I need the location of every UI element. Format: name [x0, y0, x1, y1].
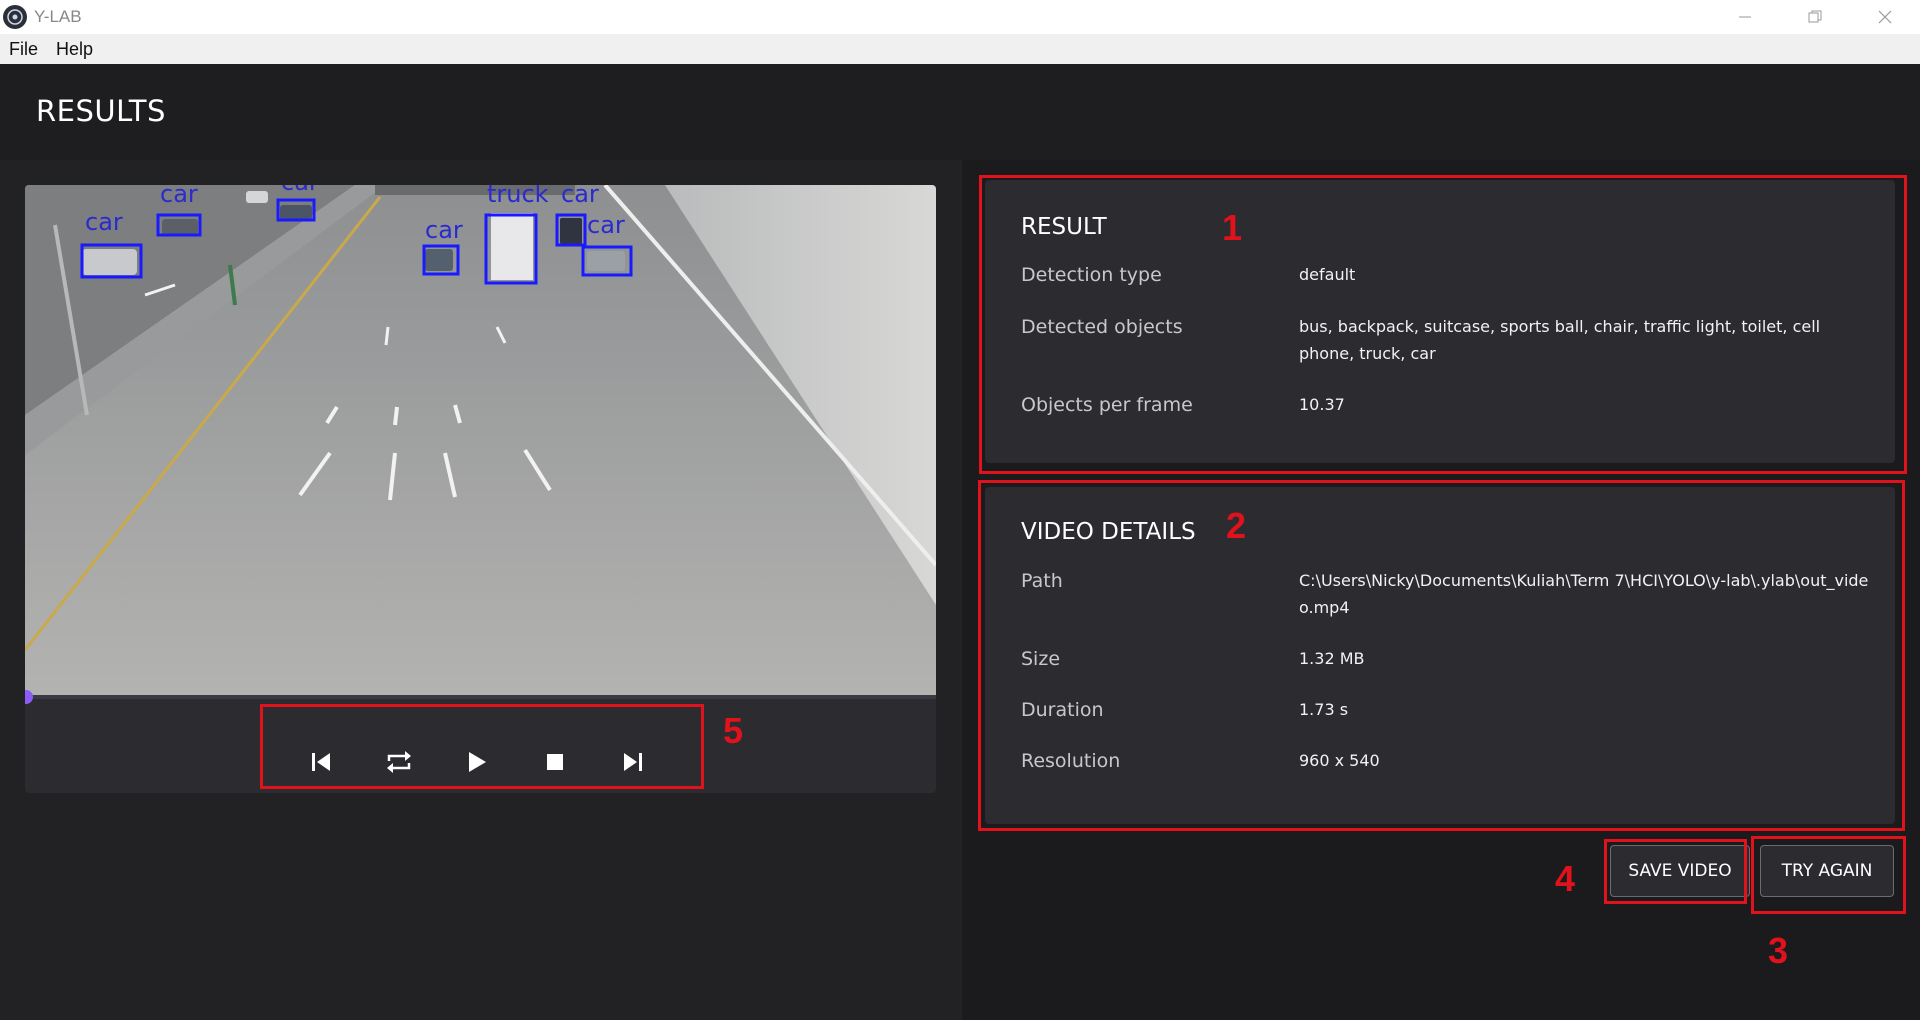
- video-progress-knob[interactable]: [25, 690, 33, 704]
- restore-icon[interactable]: [1780, 0, 1850, 34]
- detection-label: car: [425, 216, 463, 244]
- detection-label: truck: [487, 185, 549, 208]
- annotation-label-5: 5: [723, 710, 744, 751]
- annotation-box-1: [979, 175, 1907, 474]
- close-icon[interactable]: [1850, 0, 1920, 34]
- page-title: RESULTS: [36, 94, 166, 128]
- annotation-box-4: [1604, 839, 1747, 904]
- detection-label: car: [561, 185, 599, 208]
- menu-file[interactable]: File: [0, 39, 47, 60]
- app-logo-icon: [3, 5, 27, 29]
- window-controls: [1710, 0, 1920, 34]
- detection-label: car: [160, 185, 198, 208]
- detection-label: car: [85, 208, 123, 236]
- annotation-label-2: 2: [1226, 505, 1247, 546]
- annotation-box-2: [978, 480, 1905, 831]
- video-player: car car car car truck car car: [25, 185, 936, 793]
- detection-label: car: [587, 211, 625, 239]
- menu-help[interactable]: Help: [47, 39, 102, 60]
- page-header: RESULTS: [0, 64, 1920, 160]
- minimize-icon[interactable]: [1710, 0, 1780, 34]
- detection-label: car: [281, 185, 319, 196]
- menu-bar: File Help: [0, 34, 1920, 64]
- annotation-box-5: [260, 704, 704, 789]
- annotation-label-3: 3: [1768, 930, 1789, 971]
- annotation-label-1: 1: [1222, 207, 1243, 248]
- annotation-box-3: [1751, 836, 1906, 914]
- app-title: Y-LAB: [34, 7, 82, 26]
- video-frame[interactable]: car car car car truck car car: [25, 185, 936, 697]
- video-progress-bar[interactable]: [25, 695, 936, 699]
- title-bar: Y-LAB: [0, 0, 1920, 34]
- annotation-label-4: 4: [1555, 858, 1576, 899]
- video-pane: car car car car truck car car: [0, 160, 962, 1020]
